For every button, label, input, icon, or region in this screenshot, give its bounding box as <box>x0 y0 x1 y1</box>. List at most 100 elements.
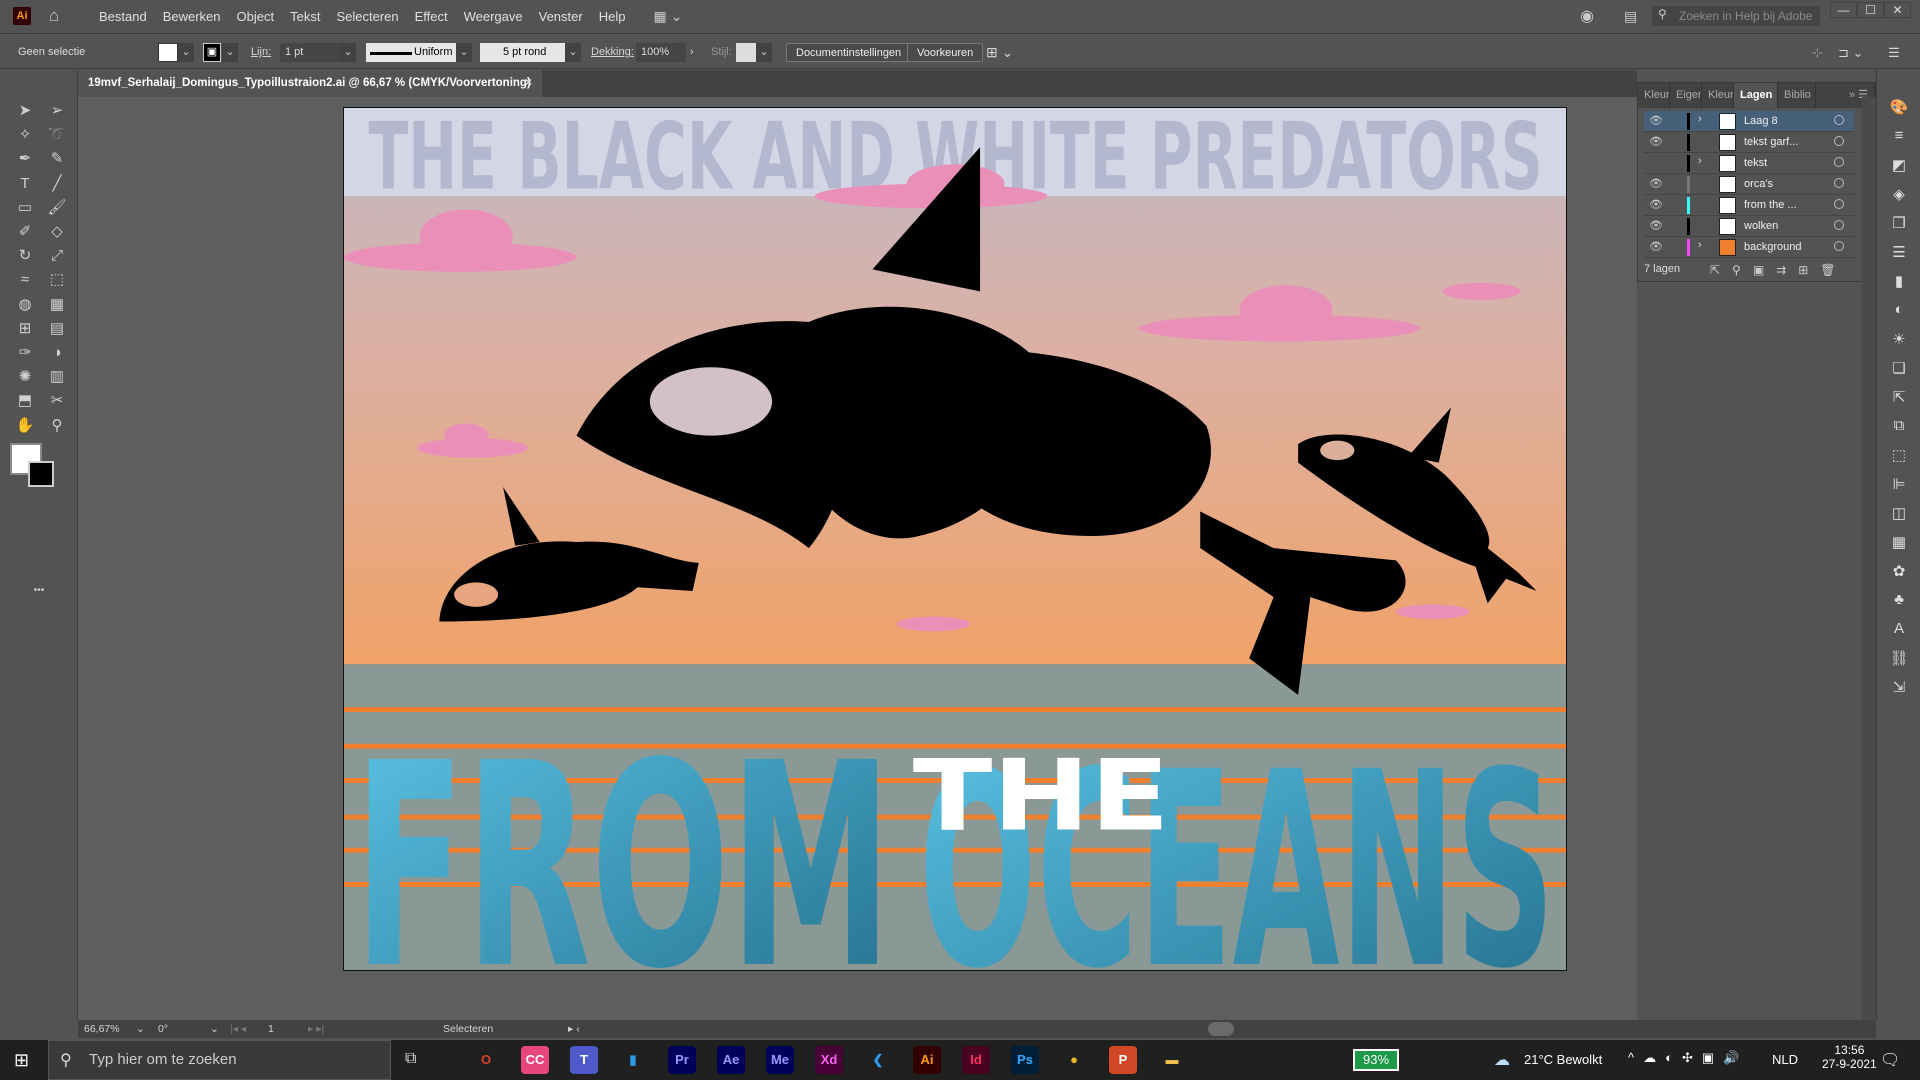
style-dropdown[interactable]: ⌄ <box>756 43 772 62</box>
expand-chevron-icon[interactable]: › <box>1698 113 1702 125</box>
vertical-scrollbar[interactable] <box>1862 97 1876 1020</box>
shaper-tool-icon[interactable]: ✐ <box>12 221 38 243</box>
menu-tekst[interactable]: Tekst <box>282 9 328 24</box>
opacity-expand-icon[interactable]: › <box>690 43 694 62</box>
color-panel-icon[interactable]: 🎨 <box>1887 98 1911 120</box>
eyedropper-tool-icon[interactable]: ✑ <box>12 342 38 364</box>
taskbar-app-icon[interactable]: O <box>472 1046 500 1074</box>
links-panel-icon[interactable]: ⛓ <box>1887 649 1911 671</box>
layer-row[interactable]: 👁 › Laag 8 <box>1644 111 1854 132</box>
clock[interactable]: 13:56 27-9-2021 <box>1822 1043 1877 1071</box>
notifications-icon[interactable]: 🗨 <box>1880 1050 1900 1070</box>
eye-icon[interactable]: 👁 <box>1649 219 1663 232</box>
lasso-tool-icon[interactable]: ➰ <box>44 124 70 146</box>
document-tab[interactable]: 19mvf_Serhalaij_Domingus_Typoillustraion… <box>78 70 542 97</box>
layer-row[interactable]: › tekst <box>1644 153 1854 174</box>
panel-tab-kleur[interactable]: Kleur <box>1702 83 1734 108</box>
layer-row[interactable]: 👁 tekst garf... <box>1644 132 1854 153</box>
magic-wand-tool-icon[interactable]: ✧ <box>12 124 38 146</box>
eraser-tool-icon[interactable]: ◇ <box>44 221 70 243</box>
weather-text[interactable]: 21°C Bewolkt <box>1524 1052 1602 1067</box>
taskbar-app-icon[interactable]: Me <box>766 1046 794 1074</box>
transparency-panel-icon[interactable]: ◐ <box>1887 301 1911 323</box>
warp-tool-icon[interactable]: ≈ <box>12 269 38 291</box>
layer-row[interactable]: 👁 wolken <box>1644 216 1854 237</box>
first-artboard-button[interactable]: |◂ ◂ <box>230 1020 246 1038</box>
symbols-panel-icon[interactable]: ♣ <box>1887 591 1911 613</box>
eye-icon[interactable]: 👁 <box>1649 198 1663 211</box>
character-panel-icon[interactable]: A <box>1887 620 1911 642</box>
maximize-button[interactable]: ☐ <box>1857 2 1884 18</box>
artboards-panel-icon[interactable]: ⧉ <box>1887 417 1911 439</box>
layers-panel-icon[interactable]: ◈ <box>1887 185 1911 207</box>
graphic-styles-panel-icon[interactable]: ❏ <box>1887 359 1911 381</box>
stroke-weight-dropdown[interactable]: ⌄ <box>340 43 356 62</box>
language-indicator[interactable]: NLD <box>1772 1052 1798 1067</box>
horizontal-scroll-thumb[interactable] <box>1208 1022 1234 1036</box>
menu-weergave[interactable]: Weergave <box>456 9 531 24</box>
panel-tab-biblio[interactable]: Biblio <box>1778 83 1816 108</box>
selection-tool-icon[interactable]: ➤ <box>12 100 38 122</box>
taskbar-app-icon[interactable]: ▮ <box>619 1046 647 1074</box>
taskbar-app-icon[interactable]: Ai <box>913 1046 941 1074</box>
rotation-dropdown[interactable]: ⌄ <box>210 1020 219 1038</box>
menu-object[interactable]: Object <box>229 9 283 24</box>
target-icon[interactable] <box>1834 136 1844 146</box>
target-icon[interactable] <box>1834 199 1844 209</box>
target-icon[interactable] <box>1834 241 1844 251</box>
blend-tool-icon[interactable]: ◑ <box>44 342 70 364</box>
swatches-panel-icon[interactable]: ▦ <box>1887 533 1911 555</box>
transform-panel-icon[interactable]: ⬚ <box>1887 446 1911 468</box>
panel-toggle-icon[interactable]: ▤ <box>1624 8 1637 25</box>
task-view-icon[interactable]: ⧉ <box>405 1050 416 1068</box>
menu-venster[interactable]: Venster <box>531 9 591 24</box>
profile-dropdown[interactable]: ⌄ <box>456 43 472 62</box>
menu-effect[interactable]: Effect <box>407 9 456 24</box>
stroke-swatch[interactable]: ▣ <box>203 43 221 62</box>
expand-chevron-icon[interactable]: › <box>1698 155 1702 167</box>
rotation-field[interactable]: 0° <box>158 1020 168 1038</box>
status-menu-icon[interactable]: ▸ ‹ <box>568 1020 580 1038</box>
align-icon[interactable]: ⊞ ⌄ <box>986 43 1013 62</box>
close-tab-button[interactable]: × <box>525 70 532 97</box>
stroke-panel-icon[interactable]: ☰ <box>1887 243 1911 265</box>
layer-row[interactable]: 👁 orca's <box>1644 174 1854 195</box>
asset-export-panel-icon[interactable]: ⇲ <box>1887 678 1911 700</box>
taskbar-app-icon[interactable]: Pr <box>668 1046 696 1074</box>
style-swatch[interactable] <box>736 43 756 62</box>
taskbar-app-icon[interactable]: Id <box>962 1046 990 1074</box>
scale-tool-icon[interactable]: ⤢ <box>44 245 70 267</box>
brushes-panel-icon[interactable]: ✿ <box>1887 562 1911 584</box>
zoom-tool-icon[interactable]: ⚲ <box>44 415 70 437</box>
zoom-field[interactable]: 66,67% <box>84 1020 120 1038</box>
menu-bestand[interactable]: Bestand <box>91 9 155 24</box>
artboard-number-field[interactable]: 1 <box>268 1020 274 1038</box>
align-panel-icon[interactable]: ⊫ <box>1887 475 1911 497</box>
more-tools-icon[interactable]: ••• <box>26 580 52 602</box>
gradient-panel-icon[interactable]: ▮ <box>1887 272 1911 294</box>
taskbar-app-icon[interactable]: T <box>570 1046 598 1074</box>
stroke-weight-field[interactable]: 1 pt <box>280 43 344 62</box>
shape-builder-tool-icon[interactable]: ◍ <box>12 294 38 316</box>
opacity-field[interactable]: 100% <box>636 43 686 62</box>
color-guide-panel-icon[interactable]: ◩ <box>1887 156 1911 178</box>
paintbrush-tool-icon[interactable]: 🖌 <box>44 197 70 219</box>
panel-menu-icon[interactable]: ☰ <box>1888 43 1900 62</box>
fill-dropdown[interactable]: ⌄ <box>178 43 194 62</box>
document-settings-button[interactable]: Documentinstellingen <box>786 43 912 62</box>
curvature-tool-icon[interactable]: ✎ <box>44 148 70 170</box>
zoom-dropdown[interactable]: ⌄ <box>136 1020 145 1038</box>
direct-selection-tool-icon[interactable]: ➢ <box>44 100 70 122</box>
menu-help[interactable]: Help <box>591 9 634 24</box>
pathfinder-panel-icon[interactable]: ◫ <box>1887 504 1911 526</box>
appearance-panel-icon[interactable]: ☀ <box>1887 330 1911 352</box>
windows-start-icon[interactable]: ⊞ <box>14 1050 29 1071</box>
arrange-icon[interactable]: ⊐ ⌄ <box>1838 43 1863 62</box>
stroke-color-swatch[interactable] <box>28 461 54 487</box>
rotate-tool-icon[interactable]: ↻ <box>12 245 38 267</box>
eye-icon[interactable]: 👁 <box>1649 240 1663 253</box>
line-tool-icon[interactable]: ╱ <box>44 173 70 195</box>
minimize-button[interactable]: — <box>1830 2 1857 18</box>
help-search-input[interactable]: Zoeken in Help bij Adobe <box>1652 6 1820 26</box>
next-artboard-button[interactable]: ▸ ▸| <box>308 1020 324 1038</box>
